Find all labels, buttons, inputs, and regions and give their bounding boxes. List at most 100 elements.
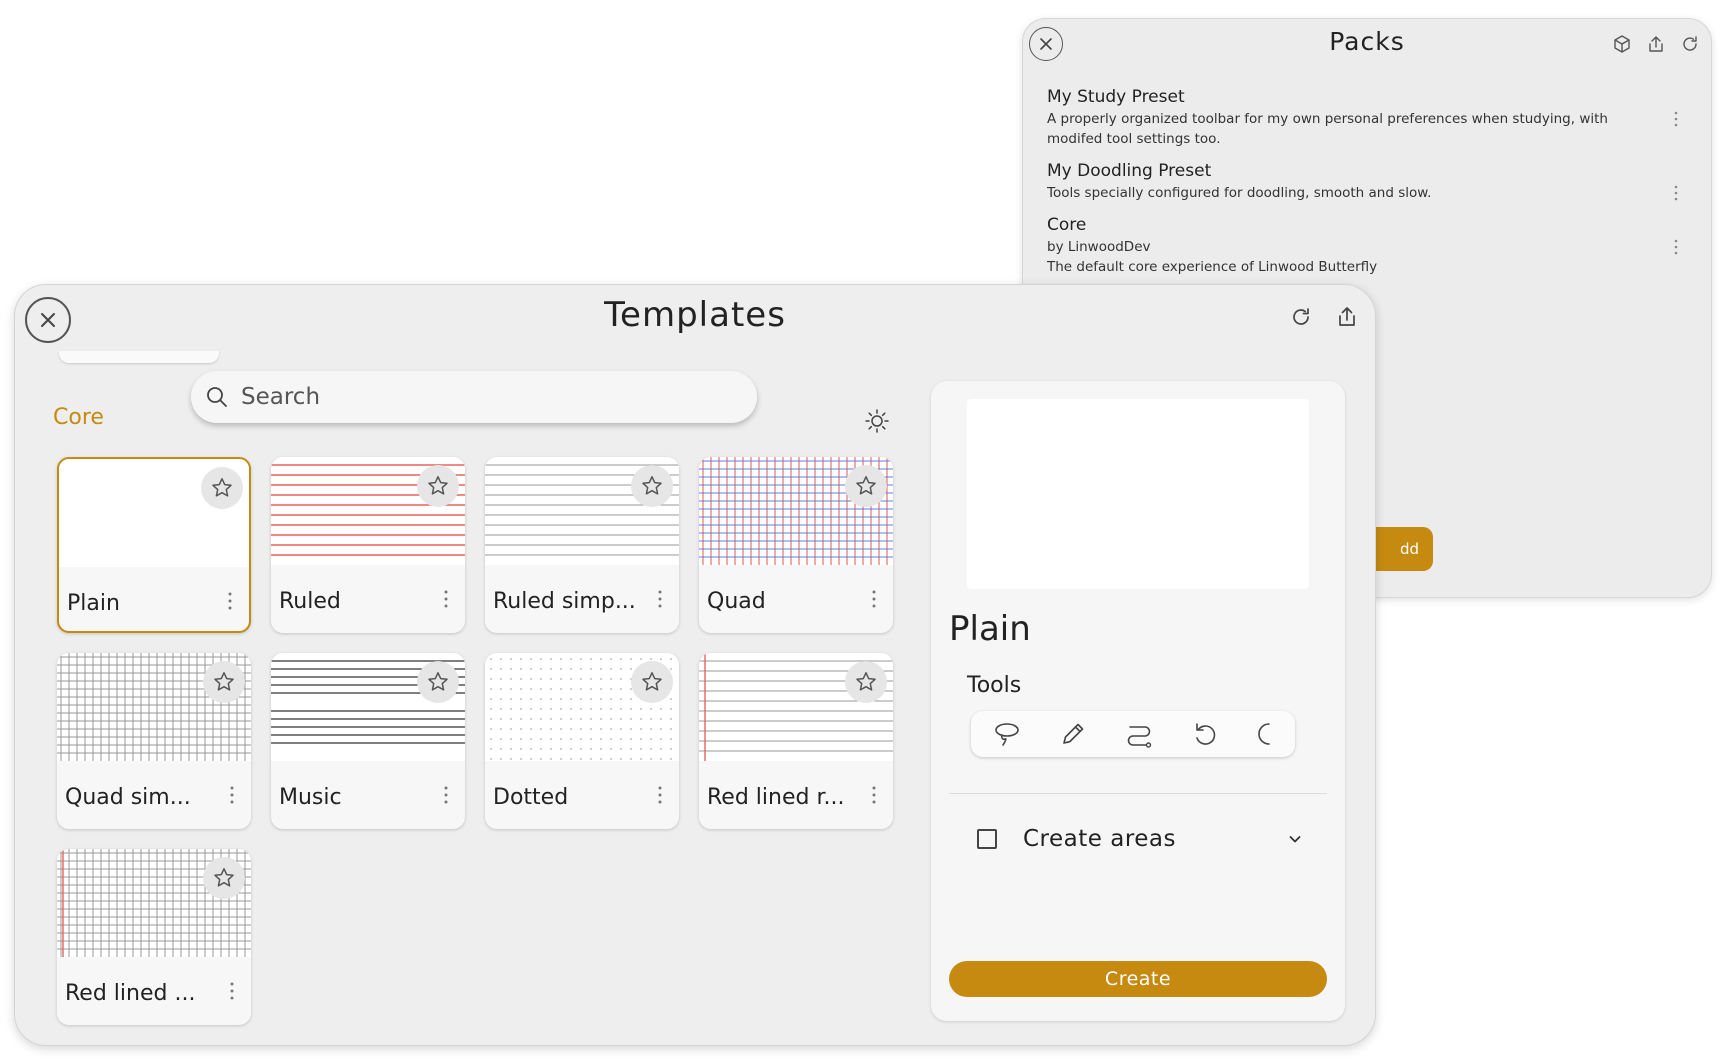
favorite-button[interactable] — [845, 661, 887, 703]
tab-indicator — [59, 351, 219, 363]
more-vert-icon — [444, 590, 448, 608]
packs-list: My Study Preset A properly organized too… — [1047, 85, 1691, 287]
favorite-button[interactable] — [417, 465, 459, 507]
undo-icon — [1196, 723, 1216, 745]
template-name: Red lined ... — [65, 981, 196, 1006]
refresh-icon — [1293, 308, 1309, 325]
template-card-red-lined-ruled[interactable]: Red lined r... — [699, 653, 893, 829]
favorite-button[interactable] — [203, 661, 245, 703]
tool-pen[interactable] — [1057, 718, 1089, 750]
pack-description: A properly organized toolbar for my own … — [1047, 111, 1608, 147]
pack-name: My Doodling Preset — [1047, 161, 1212, 181]
favorite-button[interactable] — [201, 467, 243, 509]
more-vert-icon — [444, 786, 448, 804]
tool-path[interactable] — [1123, 718, 1155, 750]
packs-cube-button[interactable] — [1609, 31, 1635, 57]
templates-actions — [1285, 301, 1363, 333]
more-vert-icon — [230, 982, 234, 1000]
refresh-icon — [1683, 36, 1697, 51]
template-more-button[interactable] — [653, 781, 667, 809]
star-icon — [428, 476, 448, 495]
tool-lasso[interactable] — [991, 718, 1023, 750]
template-card-dotted[interactable]: Dotted — [485, 653, 679, 829]
template-more-button[interactable] — [225, 781, 239, 809]
search-bar — [191, 371, 757, 423]
favorite-button[interactable] — [845, 465, 887, 507]
packs-share-button[interactable] — [1643, 31, 1669, 57]
template-name: Ruled simp... — [493, 589, 636, 614]
templates-share-button[interactable] — [1331, 301, 1363, 333]
pen-icon — [1063, 723, 1084, 744]
template-more-button[interactable] — [653, 585, 667, 613]
pack-item[interactable]: My Study Preset A properly organized too… — [1047, 85, 1691, 149]
tools-label: Tools — [967, 673, 1022, 698]
more-vert-icon — [872, 590, 876, 608]
template-name: Music — [279, 785, 342, 810]
create-button[interactable]: Create — [949, 961, 1327, 997]
tool-undo[interactable] — [1189, 718, 1221, 750]
template-more-button[interactable] — [867, 781, 881, 809]
template-more-button[interactable] — [223, 587, 237, 615]
favorite-button[interactable] — [631, 465, 673, 507]
more-vert-icon — [1674, 185, 1678, 201]
template-card-ruled-simple[interactable]: Ruled simp... — [485, 457, 679, 633]
cube-icon — [1614, 35, 1630, 53]
template-name: Quad — [707, 589, 766, 614]
share-icon — [1649, 36, 1663, 52]
template-more-button[interactable] — [439, 585, 453, 613]
template-name: Quad sim... — [65, 785, 191, 810]
star-icon — [642, 476, 662, 495]
template-more-button[interactable] — [225, 977, 239, 1005]
share-icon — [1339, 307, 1355, 326]
more-vert-icon — [658, 786, 662, 804]
create-areas-checkbox[interactable] — [977, 829, 997, 849]
lasso-icon — [995, 723, 1019, 746]
more-vert-icon — [1674, 111, 1678, 127]
favorite-button[interactable] — [417, 661, 459, 703]
template-card-plain[interactable]: Plain — [57, 457, 251, 633]
pack-name: My Study Preset — [1047, 87, 1185, 107]
template-card-red-lined-quad[interactable]: Red lined ... — [57, 849, 251, 1025]
template-card-ruled[interactable]: Ruled — [271, 457, 465, 633]
create-areas-label: Create areas — [1023, 826, 1177, 852]
star-icon — [856, 476, 876, 495]
templates-refresh-button[interactable] — [1285, 301, 1317, 333]
favorite-button[interactable] — [203, 857, 245, 899]
template-card-quad[interactable]: Quad — [699, 457, 893, 633]
packs-title: Packs — [1329, 27, 1405, 56]
pack-more-button[interactable] — [1667, 107, 1685, 131]
section-label-core: Core — [53, 405, 104, 430]
pack-item[interactable]: Core by LinwoodDev The default core expe… — [1047, 213, 1691, 277]
panel-divider — [949, 793, 1327, 794]
template-name: Ruled — [279, 589, 341, 614]
partial-icon — [1258, 723, 1270, 745]
template-more-button[interactable] — [439, 781, 453, 809]
packs-actions — [1609, 31, 1703, 57]
pack-more-button[interactable] — [1667, 181, 1685, 205]
create-areas-expand-button[interactable] — [1283, 827, 1307, 851]
favorite-button[interactable] — [631, 661, 673, 703]
theme-toggle-button[interactable] — [861, 405, 893, 437]
create-areas-row[interactable]: Create areas — [977, 819, 1307, 859]
chevron-down-icon — [1289, 836, 1301, 843]
search-input[interactable] — [239, 383, 699, 411]
template-card-quad-simple[interactable]: Quad sim... — [57, 653, 251, 829]
template-name: Red lined r... — [707, 785, 845, 810]
pack-description: Tools specially configured for doodling,… — [1047, 185, 1432, 201]
template-name: Plain — [67, 591, 120, 616]
template-more-button[interactable] — [867, 585, 881, 613]
tool-partial[interactable] — [1255, 718, 1287, 750]
star-icon — [856, 672, 876, 691]
path-icon — [1127, 726, 1152, 748]
selected-template-name: Plain — [949, 609, 1031, 649]
template-card-music[interactable]: Music — [271, 653, 465, 829]
packs-refresh-button[interactable] — [1677, 31, 1703, 57]
star-icon — [214, 868, 234, 887]
template-large-preview — [967, 399, 1309, 589]
pack-item[interactable]: My Doodling Preset Tools specially confi… — [1047, 159, 1691, 203]
tools-toolbar — [971, 711, 1295, 757]
pack-more-button[interactable] — [1667, 235, 1685, 259]
more-vert-icon — [1674, 239, 1678, 255]
pack-author: by LinwoodDev — [1047, 239, 1151, 255]
more-vert-icon — [228, 592, 232, 610]
